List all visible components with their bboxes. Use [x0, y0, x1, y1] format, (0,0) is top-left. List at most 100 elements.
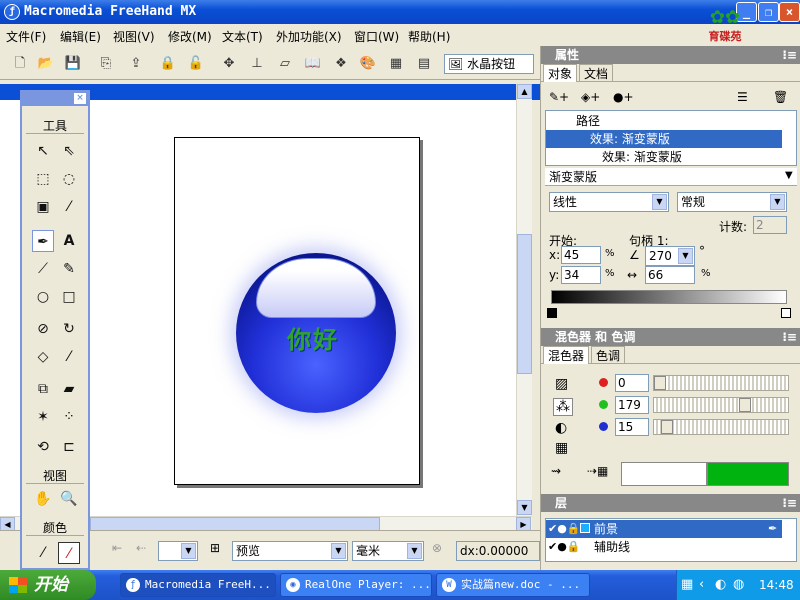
volume-icon[interactable]: ◐: [715, 570, 726, 600]
layers-panel-header[interactable]: 层 ⁝≡: [541, 494, 800, 512]
delete-item-icon[interactable]: 🗑: [773, 90, 788, 104]
menu-modify[interactable]: 修改(M): [168, 28, 212, 45]
gradient-ramp[interactable]: [551, 290, 787, 304]
tab-object[interactable]: 对象: [543, 64, 578, 82]
red-slider[interactable]: [653, 375, 789, 391]
menu-text[interactable]: 文本(T): [222, 28, 263, 45]
pen-tool-icon[interactable]: ✒: [32, 230, 54, 252]
hls-mode-icon[interactable]: ◐: [555, 420, 567, 436]
menu-edit[interactable]: 编辑(E): [60, 28, 101, 45]
red-slider-thumb[interactable]: [654, 376, 666, 390]
scroll-up-icon[interactable]: ▲: [517, 84, 532, 99]
add-page-icon[interactable]: ⊞: [210, 541, 220, 555]
menu-view[interactable]: 视图(V): [113, 28, 155, 45]
current-color-swatch[interactable]: [707, 462, 789, 486]
tools-close-icon[interactable]: ×: [74, 93, 86, 104]
rotate-tool-icon[interactable]: ↻: [58, 318, 80, 340]
line-tool-icon[interactable]: ⟋: [32, 258, 54, 280]
swatches-icon[interactable]: 🎨: [358, 54, 378, 74]
pointer-tool-icon[interactable]: ↖: [32, 140, 54, 162]
prev-page-icon[interactable]: ⇠: [136, 541, 146, 555]
panel-options-icon[interactable]: ⁝≡: [782, 46, 797, 64]
input-method-icon[interactable]: ▦: [681, 570, 693, 600]
add-fill-icon[interactable]: ◈+: [581, 90, 600, 104]
close-button[interactable]: ×: [779, 2, 800, 22]
grid-icon[interactable]: ▦: [386, 54, 406, 74]
panel-options-icon[interactable]: ⁝≡: [782, 494, 797, 512]
start-button[interactable]: 开始: [0, 570, 96, 600]
layers-list[interactable]: ✔●🔒 前景 ✒ ✔●🔒 辅助线: [545, 518, 797, 562]
mixer-panel-header[interactable]: 混色器 和 色调 ⁝≡: [541, 328, 800, 346]
task-word[interactable]: W 实战篇new.doc - ...: [436, 573, 590, 597]
style-combo[interactable]: 🖼 水晶按钮: [444, 54, 534, 74]
tab-mixer[interactable]: 混色器: [543, 346, 590, 364]
restore-button[interactable]: ❐: [758, 2, 779, 22]
properties-list[interactable]: 路径 效果: 渐变蒙版 效果: 渐变蒙版: [545, 110, 797, 166]
view-mode-combo[interactable]: 预览 ▼: [232, 541, 348, 561]
library-icon[interactable]: 📖: [303, 54, 323, 74]
first-page-icon[interactable]: ⇤: [112, 541, 122, 555]
length-field[interactable]: 66: [645, 266, 695, 284]
hand-tool-icon[interactable]: ✋: [32, 488, 54, 510]
red-field[interactable]: 0: [615, 374, 649, 392]
menu-window[interactable]: 窗口(W): [354, 28, 399, 45]
green-slider-thumb[interactable]: [739, 398, 751, 412]
layer-color-icon[interactable]: [580, 523, 590, 533]
gradient-start-swatch[interactable]: [547, 308, 557, 318]
transform-icon[interactable]: ✥: [219, 54, 239, 74]
menu-xtras[interactable]: 外加功能(X): [276, 28, 342, 45]
layers-icon[interactable]: ▱: [275, 54, 295, 74]
green-slider[interactable]: [653, 397, 789, 413]
graphic-hose-icon[interactable]: ✶: [32, 406, 54, 428]
ellipse-tool-icon[interactable]: ○: [32, 286, 54, 308]
cancel-render-icon[interactable]: ⊗: [432, 541, 442, 555]
vertical-scroll-thumb[interactable]: [517, 234, 532, 374]
shadow-tool-icon[interactable]: ▰: [58, 378, 80, 400]
vertical-scrollbar[interactable]: ▲ ▼: [516, 84, 532, 516]
blend-mode-combo[interactable]: 常规 ▼: [677, 192, 787, 212]
import-icon[interactable]: ⎘: [96, 54, 116, 74]
gradient-end-swatch[interactable]: [781, 308, 791, 318]
blue-slider[interactable]: [653, 419, 789, 435]
gradient-type-combo[interactable]: 线性 ▼: [549, 192, 669, 212]
lock-icon[interactable]: 🔒: [158, 54, 178, 74]
blue-slider-thumb[interactable]: [661, 420, 673, 434]
blue-field[interactable]: 15: [615, 418, 649, 436]
add-effect-icon[interactable]: ●+: [613, 90, 634, 104]
connector-tool-icon[interactable]: ⊏: [58, 436, 80, 458]
hand-link-icon[interactable]: ⟲: [32, 436, 54, 458]
panel-options-icon[interactable]: ⁝≡: [782, 328, 797, 346]
chevron-down-icon[interactable]: ▼: [785, 170, 793, 181]
tab-tints[interactable]: 色调: [591, 346, 626, 364]
add-to-swatches-icon[interactable]: ⇝: [551, 464, 561, 478]
spray-tool-icon[interactable]: ⁘: [58, 406, 80, 428]
stack-icon[interactable]: ▤: [414, 54, 434, 74]
layer-row[interactable]: ✔●🔒 辅助线: [546, 538, 782, 556]
add-stroke-icon[interactable]: ✎+: [549, 90, 569, 104]
network-icon[interactable]: ◍: [733, 570, 744, 600]
layer-row[interactable]: ✔●🔒 前景 ✒: [546, 520, 782, 538]
zoom-tool-icon[interactable]: 🔍: [58, 488, 80, 510]
brush-tool-icon[interactable]: ⁄: [58, 346, 80, 368]
x-field[interactable]: 45: [561, 246, 601, 264]
pencil-tool-icon[interactable]: ✎: [58, 258, 80, 280]
unlock-icon[interactable]: 🔓: [186, 54, 206, 74]
stroke-color-icon[interactable]: ⁄: [32, 542, 54, 564]
new-file-icon[interactable]: 🗋: [10, 54, 30, 74]
green-field[interactable]: 179: [615, 396, 649, 414]
angle-combo[interactable]: 270 ▼: [645, 246, 695, 266]
clock[interactable]: 14:48: [759, 570, 794, 600]
list-item[interactable]: 效果: 渐变蒙版: [546, 148, 782, 166]
align-icon[interactable]: ⊥: [247, 54, 267, 74]
menu-file[interactable]: 文件(F): [6, 28, 46, 45]
layer-visible-icon[interactable]: ✔●🔒: [548, 520, 581, 538]
system-color-icon[interactable]: ▦: [555, 440, 568, 456]
text-tool-icon[interactable]: A: [58, 230, 80, 252]
open-folder-icon[interactable]: 📂: [36, 54, 56, 74]
swatch-options-icon[interactable]: ⇢▦: [587, 464, 608, 478]
tab-document[interactable]: 文档: [579, 64, 614, 82]
tray-expand-icon[interactable]: ‹: [699, 570, 704, 600]
list-item[interactable]: 路径: [546, 112, 782, 130]
extrude-tool-icon[interactable]: ⧉: [32, 378, 54, 400]
symbols-icon[interactable]: ❖: [331, 54, 351, 74]
